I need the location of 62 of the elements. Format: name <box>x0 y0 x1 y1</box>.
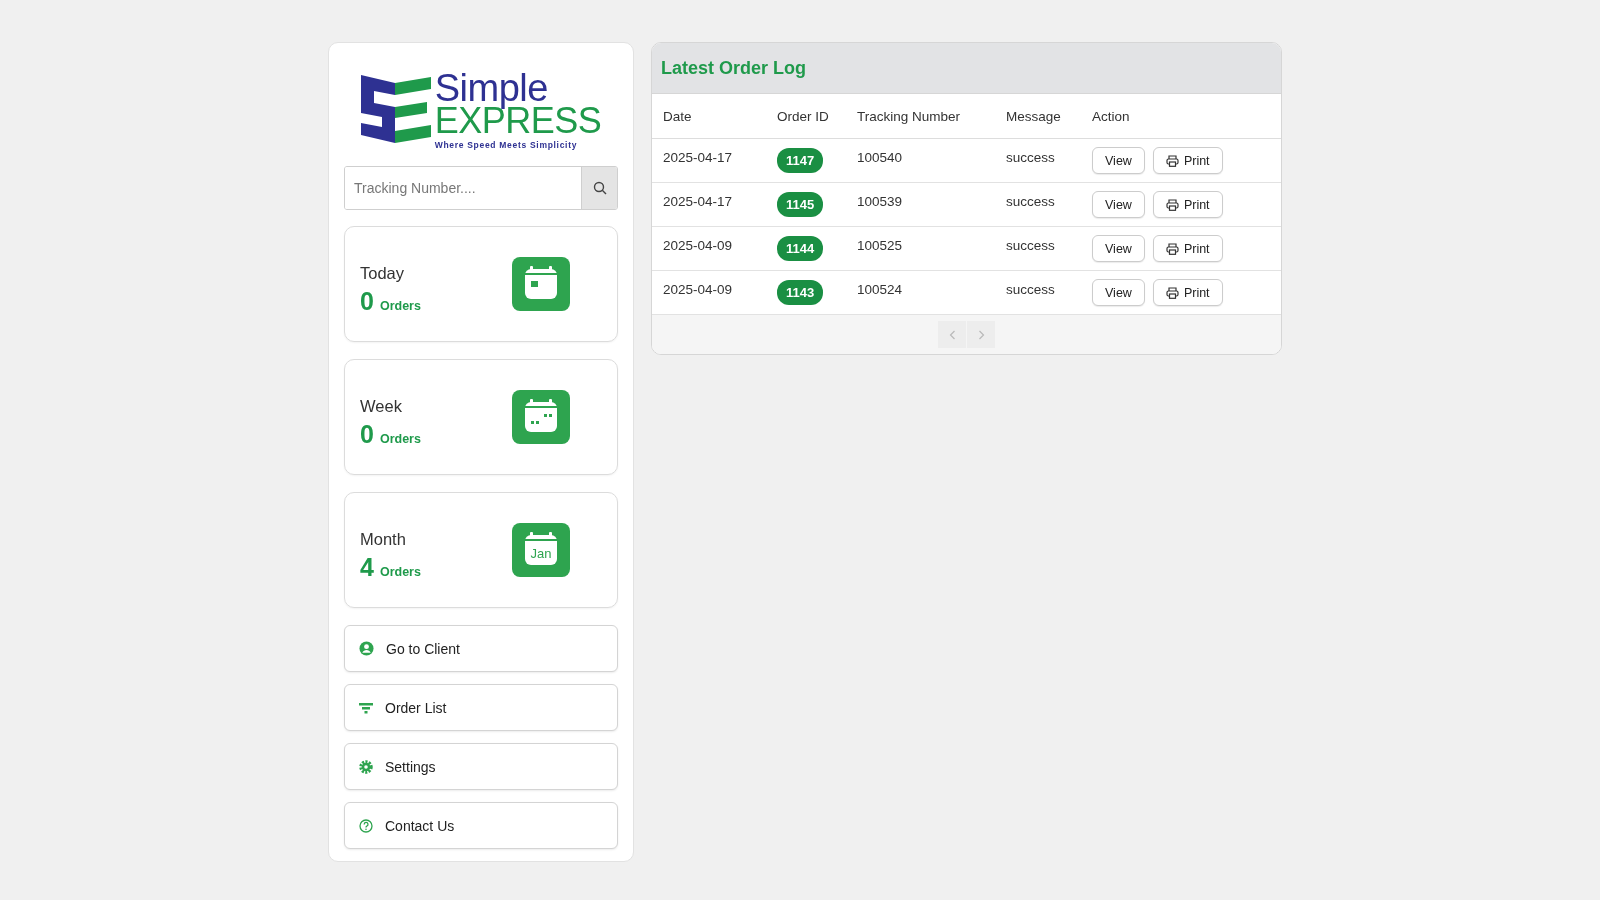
search-button[interactable] <box>581 167 617 209</box>
stat-label: Today <box>360 264 406 283</box>
count-unit: Orders <box>379 432 421 446</box>
help-icon <box>359 818 373 833</box>
date-cell: 2025-04-09 <box>652 226 766 271</box>
date-cell: 2025-04-09 <box>652 270 766 315</box>
month-label: Jan <box>530 546 552 561</box>
printer-icon <box>1165 198 1179 211</box>
column-header: Order ID <box>766 94 846 139</box>
order-id-badge: 1147 <box>777 148 824 173</box>
order-id-badge: 1144 <box>777 236 824 261</box>
print-button[interactable]: Print <box>1152 191 1223 218</box>
chevron-right-icon <box>977 329 985 340</box>
order-id-badge: 1145 <box>777 192 824 217</box>
tracking-cell: 100540 <box>846 138 995 183</box>
print-button[interactable]: Print <box>1152 147 1223 174</box>
stat-label: Week <box>360 397 403 416</box>
view-button[interactable]: View <box>1092 191 1145 218</box>
order-count: 4 <box>360 553 374 582</box>
message-cell: success <box>995 270 1081 315</box>
column-header: Date <box>652 94 766 139</box>
message-cell: success <box>995 138 1081 183</box>
chevron-left-icon <box>948 329 956 340</box>
stat-label: Month <box>360 530 407 549</box>
calendar-icon <box>512 257 570 311</box>
gear-icon <box>359 759 373 774</box>
print-button[interactable]: Print <box>1152 279 1223 306</box>
order-count: 0 <box>360 420 374 449</box>
column-header: Tracking Number <box>846 94 995 139</box>
tracking-cell: 100539 <box>846 182 995 227</box>
logo-mark-icon <box>360 75 431 143</box>
column-header: Action <box>1081 94 1281 139</box>
date-cell: 2025-04-17 <box>652 182 766 227</box>
nav-button[interactable]: Go to Client <box>344 625 618 672</box>
printer-icon <box>1165 154 1179 167</box>
message-cell: success <box>995 226 1081 271</box>
nav-button[interactable]: Settings <box>344 743 618 790</box>
nav-button[interactable]: Contact Us <box>344 802 618 849</box>
order-count: 0 <box>360 287 374 316</box>
print-button[interactable]: Print <box>1152 235 1223 262</box>
printer-icon <box>1165 286 1179 299</box>
nav-button[interactable]: Order List <box>344 684 618 731</box>
user-icon <box>359 641 374 656</box>
tracking-cell: 100525 <box>846 226 995 271</box>
view-button[interactable]: View <box>1092 279 1145 306</box>
view-button[interactable]: View <box>1092 147 1145 174</box>
order-id-badge: 1143 <box>777 280 824 305</box>
message-cell: success <box>995 182 1081 227</box>
panel-title: Latest Order Log <box>661 57 807 79</box>
count-unit: Orders <box>379 299 421 313</box>
search-icon <box>592 181 607 195</box>
logo-tagline: Where Speed Meets Simplicity <box>434 140 579 150</box>
search-field[interactable]: Tracking Number.... <box>344 166 618 210</box>
calendar-icon <box>512 390 570 444</box>
printer-icon <box>1165 242 1179 255</box>
filter-icon <box>359 701 373 714</box>
date-cell: 2025-04-17 <box>652 138 766 183</box>
logo-text: Simple <box>434 68 548 107</box>
tracking-cell: 100524 <box>846 270 995 315</box>
view-button[interactable]: View <box>1092 235 1145 262</box>
column-header: Message <box>995 94 1081 139</box>
count-unit: Orders <box>379 565 421 579</box>
